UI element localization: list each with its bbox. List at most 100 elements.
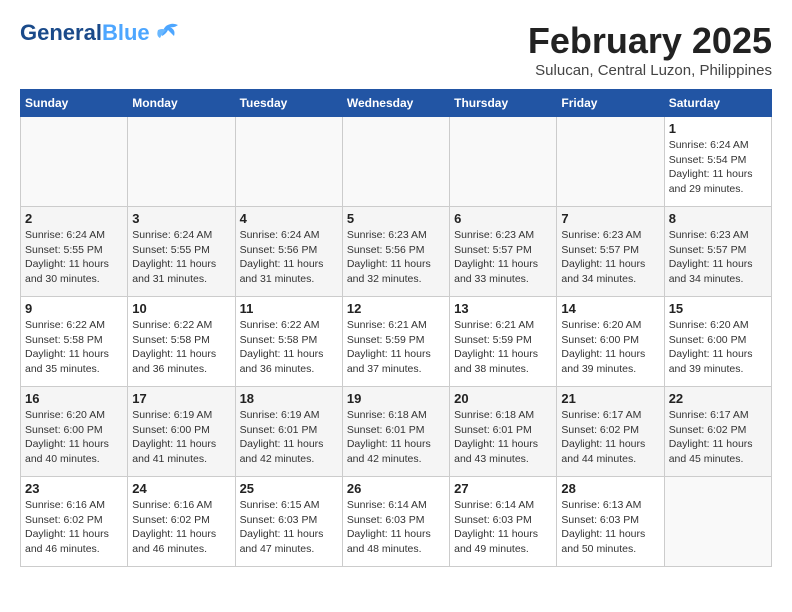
calendar-cell: 28Sunrise: 6:13 AMSunset: 6:03 PMDayligh… <box>557 477 664 567</box>
day-number: 7 <box>561 211 659 226</box>
day-info: Sunrise: 6:16 AMSunset: 6:02 PMDaylight:… <box>25 498 123 557</box>
calendar-table: SundayMondayTuesdayWednesdayThursdayFrid… <box>20 89 772 567</box>
calendar-week-row: 16 Sunrise: 6:20 AMSunset: 6:00 PMDayligh… <box>21 387 772 477</box>
day-header-wednesday: Wednesday <box>342 90 449 117</box>
calendar-cell <box>235 117 342 207</box>
month-title: February 2025 <box>528 20 772 62</box>
day-number: 26 <box>347 481 445 496</box>
day-number: 23 <box>25 481 123 496</box>
day-number: 15 <box>669 301 767 316</box>
calendar-cell <box>557 117 664 207</box>
day-info: Sunrise: 6:17 AMSunset: 6:02 PMDaylight:… <box>669 408 767 467</box>
day-number: 12 <box>347 301 445 316</box>
day-number: 20 <box>454 391 552 406</box>
day-info: Sunrise: 6:14 AMSunset: 6:03 PMDaylight:… <box>347 498 445 557</box>
calendar-cell: 16 Sunrise: 6:20 AMSunset: 6:00 PMDayligh… <box>21 387 128 477</box>
calendar-cell <box>450 117 557 207</box>
day-info: Sunrise: 6:23 AMSunset: 5:56 PMDaylight:… <box>347 228 445 287</box>
day-info: Sunrise: 6:15 AMSunset: 6:03 PMDaylight:… <box>240 498 338 557</box>
day-number: 5 <box>347 211 445 226</box>
day-info: Sunrise: 6:19 AMSunset: 6:00 PMDaylight:… <box>132 408 230 467</box>
day-info: Sunrise: 6:23 AMSunset: 5:57 PMDaylight:… <box>561 228 659 287</box>
day-info: Sunrise: 6:23 AMSunset: 5:57 PMDaylight:… <box>669 228 767 287</box>
day-info: Sunrise: 6:24 AMSunset: 5:56 PMDaylight:… <box>240 228 338 287</box>
day-info: Sunrise: 6:23 AMSunset: 5:57 PMDaylight:… <box>454 228 552 287</box>
day-number: 21 <box>561 391 659 406</box>
calendar-cell: 24 Sunrise: 6:16 AMSunset: 6:02 PMDayligh… <box>128 477 235 567</box>
day-header-thursday: Thursday <box>450 90 557 117</box>
logo-general: GeneralBlue <box>20 20 150 46</box>
day-number: 3 <box>132 211 230 226</box>
day-number: 14 <box>561 301 659 316</box>
calendar-cell: 6 Sunrise: 6:23 AMSunset: 5:57 PMDaylight… <box>450 207 557 297</box>
calendar-cell: 4 Sunrise: 6:24 AMSunset: 5:56 PMDaylight… <box>235 207 342 297</box>
day-info: Sunrise: 6:16 AMSunset: 6:02 PMDaylight:… <box>132 498 230 557</box>
calendar-cell: 10 Sunrise: 6:22 AMSunset: 5:58 PMDayligh… <box>128 297 235 387</box>
calendar-cell: 23 Sunrise: 6:16 AMSunset: 6:02 PMDayligh… <box>21 477 128 567</box>
logo-bird-icon <box>152 22 180 44</box>
day-number: 25 <box>240 481 338 496</box>
day-number: 18 <box>240 391 338 406</box>
calendar-cell: 13Sunrise: 6:21 AMSunset: 5:59 PMDayligh… <box>450 297 557 387</box>
day-number: 10 <box>132 301 230 316</box>
calendar-cell: 19 Sunrise: 6:18 AMSunset: 6:01 PMDayligh… <box>342 387 449 477</box>
day-info: Sunrise: 6:13 AMSunset: 6:03 PMDaylight:… <box>561 498 659 557</box>
calendar-cell: 15 Sunrise: 6:20 AMSunset: 6:00 PMDayligh… <box>664 297 771 387</box>
calendar-cell <box>128 117 235 207</box>
day-info: Sunrise: 6:21 AMSunset: 5:59 PMDaylight:… <box>454 318 552 377</box>
day-info: Sunrise: 6:22 AMSunset: 5:58 PMDaylight:… <box>240 318 338 377</box>
calendar-cell <box>21 117 128 207</box>
day-number: 1 <box>669 121 767 136</box>
calendar-cell: 5 Sunrise: 6:23 AMSunset: 5:56 PMDaylight… <box>342 207 449 297</box>
day-header-monday: Monday <box>128 90 235 117</box>
calendar-cell <box>664 477 771 567</box>
logo: GeneralBlue <box>20 20 180 46</box>
day-number: 27 <box>454 481 552 496</box>
calendar-cell: 8Sunrise: 6:23 AMSunset: 5:57 PMDaylight… <box>664 207 771 297</box>
day-info: Sunrise: 6:18 AMSunset: 6:01 PMDaylight:… <box>347 408 445 467</box>
day-info: Sunrise: 6:18 AMSunset: 6:01 PMDaylight:… <box>454 408 552 467</box>
day-info: Sunrise: 6:24 AMSunset: 5:55 PMDaylight:… <box>25 228 123 287</box>
day-header-tuesday: Tuesday <box>235 90 342 117</box>
calendar-week-row: 1 Sunrise: 6:24 AMSunset: 5:54 PMDaylight… <box>21 117 772 207</box>
calendar-header-row: SundayMondayTuesdayWednesdayThursdayFrid… <box>21 90 772 117</box>
calendar-cell: 9 Sunrise: 6:22 AMSunset: 5:58 PMDaylight… <box>21 297 128 387</box>
calendar-cell: 14 Sunrise: 6:20 AMSunset: 6:00 PMDayligh… <box>557 297 664 387</box>
day-info: Sunrise: 6:24 AMSunset: 5:55 PMDaylight:… <box>132 228 230 287</box>
day-header-saturday: Saturday <box>664 90 771 117</box>
day-number: 6 <box>454 211 552 226</box>
day-info: Sunrise: 6:21 AMSunset: 5:59 PMDaylight:… <box>347 318 445 377</box>
day-number: 19 <box>347 391 445 406</box>
day-info: Sunrise: 6:19 AMSunset: 6:01 PMDaylight:… <box>240 408 338 467</box>
calendar-cell: 22Sunrise: 6:17 AMSunset: 6:02 PMDayligh… <box>664 387 771 477</box>
location-subtitle: Sulucan, Central Luzon, Philippines <box>528 62 772 79</box>
calendar-week-row: 9 Sunrise: 6:22 AMSunset: 5:58 PMDaylight… <box>21 297 772 387</box>
day-header-sunday: Sunday <box>21 90 128 117</box>
calendar-cell: 12 Sunrise: 6:21 AMSunset: 5:59 PMDayligh… <box>342 297 449 387</box>
calendar-week-row: 23 Sunrise: 6:16 AMSunset: 6:02 PMDayligh… <box>21 477 772 567</box>
day-number: 9 <box>25 301 123 316</box>
day-number: 4 <box>240 211 338 226</box>
calendar-cell: 18 Sunrise: 6:19 AMSunset: 6:01 PMDayligh… <box>235 387 342 477</box>
day-number: 11 <box>240 301 338 316</box>
calendar-cell: 25 Sunrise: 6:15 AMSunset: 6:03 PMDayligh… <box>235 477 342 567</box>
calendar-cell: 1 Sunrise: 6:24 AMSunset: 5:54 PMDaylight… <box>664 117 771 207</box>
day-info: Sunrise: 6:17 AMSunset: 6:02 PMDaylight:… <box>561 408 659 467</box>
day-info: Sunrise: 6:20 AMSunset: 6:00 PMDaylight:… <box>561 318 659 377</box>
day-info: Sunrise: 6:20 AMSunset: 6:00 PMDaylight:… <box>669 318 767 377</box>
page-header: GeneralBlue February 2025 Sulucan, Centr… <box>20 20 772 79</box>
calendar-cell <box>342 117 449 207</box>
calendar-cell: 21 Sunrise: 6:17 AMSunset: 6:02 PMDayligh… <box>557 387 664 477</box>
calendar-cell: 20 Sunrise: 6:18 AMSunset: 6:01 PMDayligh… <box>450 387 557 477</box>
calendar-cell: 11 Sunrise: 6:22 AMSunset: 5:58 PMDayligh… <box>235 297 342 387</box>
calendar-week-row: 2Sunrise: 6:24 AMSunset: 5:55 PMDaylight… <box>21 207 772 297</box>
day-info: Sunrise: 6:22 AMSunset: 5:58 PMDaylight:… <box>25 318 123 377</box>
day-number: 17 <box>132 391 230 406</box>
calendar-cell: 3 Sunrise: 6:24 AMSunset: 5:55 PMDaylight… <box>128 207 235 297</box>
day-info: Sunrise: 6:20 AMSunset: 6:00 PMDaylight:… <box>25 408 123 467</box>
day-header-friday: Friday <box>557 90 664 117</box>
day-info: Sunrise: 6:24 AMSunset: 5:54 PMDaylight:… <box>669 138 767 197</box>
day-number: 16 <box>25 391 123 406</box>
day-info: Sunrise: 6:22 AMSunset: 5:58 PMDaylight:… <box>132 318 230 377</box>
day-number: 24 <box>132 481 230 496</box>
